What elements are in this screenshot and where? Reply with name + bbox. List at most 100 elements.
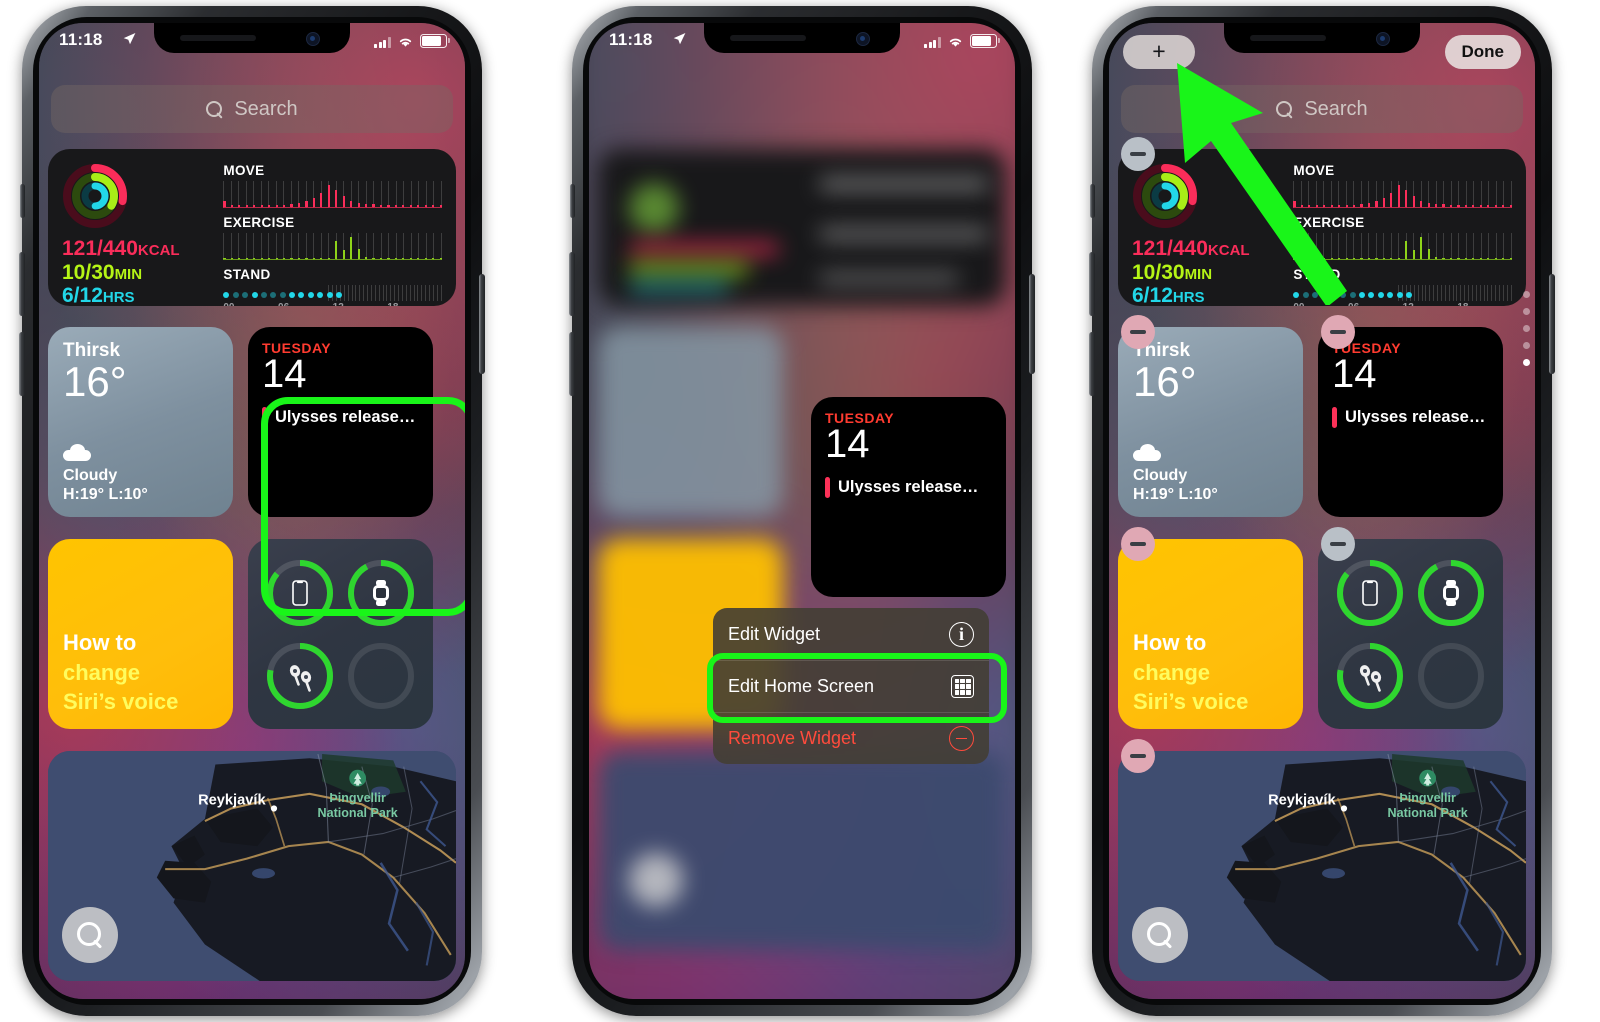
page-dot[interactable] xyxy=(1523,291,1530,298)
screenshot-stage: 11:18 Search 121/440KCAL 10/30MIN 6/12HR… xyxy=(0,0,1600,1022)
phone-1-widgets-screen: 11:18 Search 121/440KCAL 10/30MIN 6/12HR… xyxy=(19,6,485,1016)
widget-row-1: 121/440KCAL 10/30MIN 6/12HRS MOVE EXERCI… xyxy=(48,149,456,306)
widget-fitness[interactable]: 121/440KCAL 10/30MIN 6/12HRS MOVE EXERCI… xyxy=(48,149,456,306)
weather-footer: Cloudy H:19° L:10° xyxy=(63,444,148,504)
mute-switch[interactable] xyxy=(1090,184,1095,218)
calendar-day-number: 14 xyxy=(1332,352,1377,396)
fitness-charts: MOVE EXERCISE STAND xyxy=(219,149,456,306)
search-bar[interactable]: Search xyxy=(1121,85,1523,133)
add-widget-button[interactable]: + xyxy=(1123,35,1195,69)
activity-rings-icon xyxy=(62,163,128,229)
event-color-bar xyxy=(1332,407,1337,428)
stand-chart-label: STAND xyxy=(1293,267,1341,282)
volume-down-button[interactable] xyxy=(569,332,575,396)
event-color-bar xyxy=(825,477,830,498)
widget-batteries[interactable] xyxy=(248,539,433,729)
menu-item-remove-widget[interactable]: Remove Widget xyxy=(713,712,989,764)
phone-3-edit-mode-screen: + Done Search 121/440KCAL 10/30MIN 6/12H… xyxy=(1089,6,1555,1016)
stand-stat: 6/12HRS xyxy=(62,284,135,306)
widget-row-1: 121/440KCAL 10/30MIN 6/12HRS MOVE EXERCI… xyxy=(1118,149,1526,306)
front-camera-icon xyxy=(306,32,320,46)
map-search-button[interactable] xyxy=(62,907,118,963)
home-screen-grid-icon xyxy=(951,675,974,698)
widget-weather[interactable]: Thirsk 16° Cloudy H:19° L:10° xyxy=(48,327,233,517)
page-dot[interactable] xyxy=(1523,359,1530,366)
svg-text:Þingvellir: Þingvellir xyxy=(329,791,386,805)
search-icon xyxy=(206,100,223,118)
location-arrow-icon xyxy=(673,33,686,45)
map-search-button[interactable] xyxy=(1132,907,1188,963)
page-dot[interactable] xyxy=(1523,325,1530,332)
weather-temp: 16° xyxy=(63,358,127,405)
iphone-icon xyxy=(292,579,309,606)
widget-calendar[interactable]: TUESDAY 14 Ulysses release… xyxy=(1318,327,1503,517)
battery-ring-airpods xyxy=(264,640,336,712)
widget-siri-tip[interactable]: How to change Siri’s voice xyxy=(48,539,233,729)
remove-widget-badge-siri[interactable] xyxy=(1121,527,1155,561)
side-button[interactable] xyxy=(1029,274,1035,374)
page-indicator-dots[interactable] xyxy=(1523,291,1530,366)
ghost-activity-rings xyxy=(629,183,679,233)
stand-chart-label: STAND xyxy=(223,267,271,282)
widget-batteries[interactable] xyxy=(1318,539,1503,729)
volume-up-button[interactable] xyxy=(569,252,575,316)
volume-down-button[interactable] xyxy=(1089,332,1095,396)
cloud-icon xyxy=(1133,444,1161,461)
fitness-chart-axis: 00061218 xyxy=(1293,302,1512,306)
widget-siri-tip[interactable]: How to change Siri’s voice xyxy=(1118,539,1303,729)
move-chart-label: MOVE xyxy=(223,163,265,178)
mute-switch[interactable] xyxy=(570,184,575,218)
axis-tick: 18 xyxy=(1457,302,1512,306)
apple-watch-icon xyxy=(372,579,389,606)
volume-up-button[interactable] xyxy=(19,252,25,316)
event-title: Ulysses release… xyxy=(838,478,979,496)
page-dot[interactable] xyxy=(1523,342,1530,349)
earpiece-speaker xyxy=(730,35,806,41)
status-indicators xyxy=(924,34,1000,48)
remove-widget-badge-batteries[interactable] xyxy=(1321,527,1355,561)
ghost-exercise-label xyxy=(819,228,989,240)
widget-row-3: How to change Siri’s voice xyxy=(1118,539,1526,729)
notch xyxy=(1224,23,1420,53)
ghost-widget-weather xyxy=(598,327,783,517)
search-placeholder: Search xyxy=(234,97,298,120)
focused-widget-calendar[interactable]: TUESDAY 14 Ulysses release… xyxy=(811,397,1006,597)
weather-temp: 16° xyxy=(1133,358,1197,405)
widget-maps[interactable]: Reykjavík Þingvellir National Park xyxy=(48,751,456,981)
page-dot[interactable] xyxy=(1523,308,1530,315)
side-button[interactable] xyxy=(1549,274,1555,374)
menu-item-edit-widget[interactable]: Edit Widget i xyxy=(713,608,989,660)
fitness-summary: 121/440KCAL 10/30MIN 6/12HRS xyxy=(48,149,219,306)
remove-widget-badge-weather[interactable] xyxy=(1121,315,1155,349)
volume-up-button[interactable] xyxy=(1089,252,1095,316)
exercise-chart xyxy=(1293,233,1512,260)
menu-item-edit-home-screen[interactable]: Edit Home Screen xyxy=(713,660,989,712)
cellular-bars-icon xyxy=(924,37,941,48)
widget-calendar[interactable]: TUESDAY 14 Ulysses release… xyxy=(248,327,433,517)
mute-switch[interactable] xyxy=(20,184,25,218)
widget-weather[interactable]: Thirsk 16° Cloudy H:19° L:10° xyxy=(1118,327,1303,517)
widget-grid: 121/440KCAL 10/30MIN 6/12HRS MOVE EXERCI… xyxy=(1118,149,1526,999)
exercise-chart xyxy=(223,233,442,260)
widget-maps[interactable]: Reykjavík Þingvellir National Park xyxy=(1118,751,1526,981)
phone-1-screen: 11:18 Search 121/440KCAL 10/30MIN 6/12HR… xyxy=(39,23,465,999)
stand-chart xyxy=(1293,285,1512,301)
done-button[interactable]: Done xyxy=(1444,35,1521,69)
side-button[interactable] xyxy=(479,274,485,374)
ghost-move-label xyxy=(819,178,989,190)
calendar-day-number: 14 xyxy=(825,422,870,466)
volume-down-button[interactable] xyxy=(19,332,25,396)
earpiece-speaker xyxy=(1250,35,1326,41)
remove-widget-badge-fitness[interactable] xyxy=(1121,137,1155,171)
axis-tick: 12 xyxy=(333,302,388,306)
activity-rings-icon xyxy=(1132,163,1198,229)
remove-widget-badge-map[interactable] xyxy=(1121,739,1155,773)
search-icon xyxy=(77,922,103,948)
wifi-icon xyxy=(399,38,412,47)
search-bar[interactable]: Search xyxy=(51,85,453,133)
phone-2-context-menu-screen: 11:18 TUESDAY 14 Ulysses release… Edit W… xyxy=(569,6,1035,1016)
ghost-stand-stat xyxy=(629,281,729,292)
remove-widget-badge-calendar[interactable] xyxy=(1321,315,1355,349)
exercise-stat: 10/30MIN xyxy=(1132,260,1213,284)
widget-fitness[interactable]: 121/440KCAL 10/30MIN 6/12HRS MOVE EXERCI… xyxy=(1118,149,1526,306)
